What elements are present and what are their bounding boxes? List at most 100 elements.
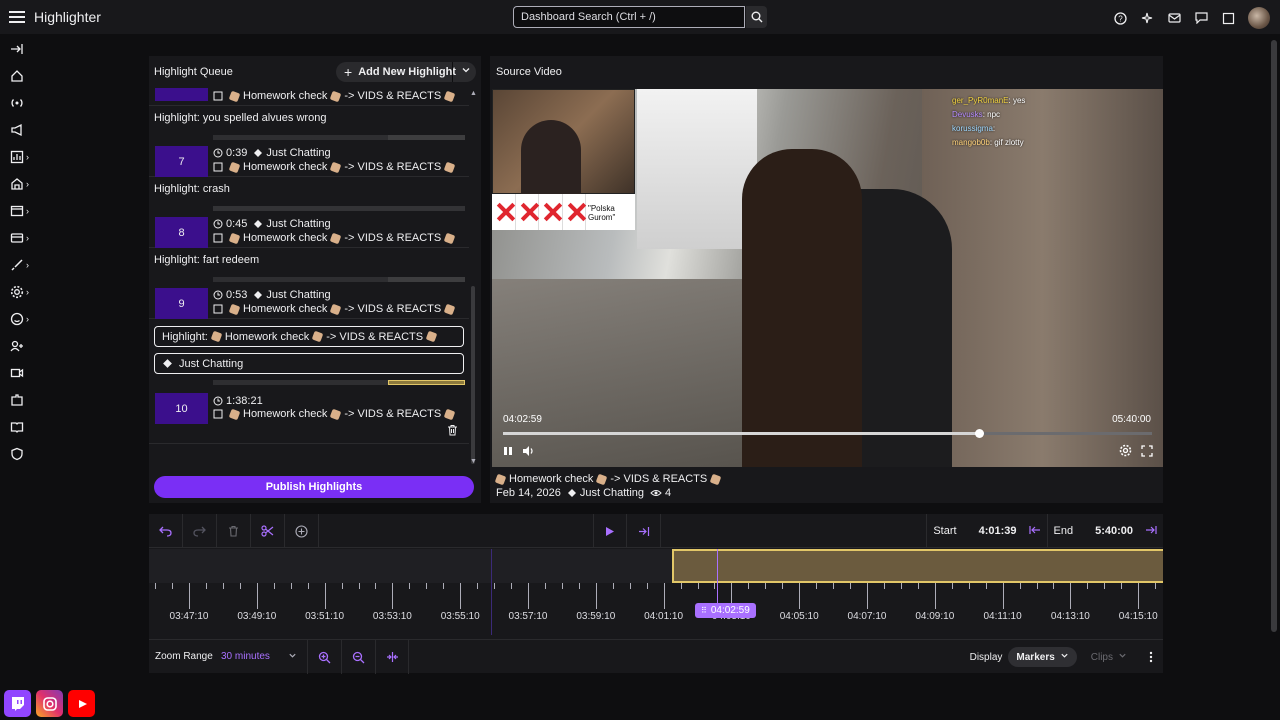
monetization-icon[interactable]: › xyxy=(10,228,34,248)
chat-message: yes xyxy=(1012,96,1026,105)
list-item[interactable]: Highlight: fart redeem 9 0:53 Just Chatt… xyxy=(149,248,469,319)
highlight-title: Highlight: fart redeem xyxy=(154,254,260,266)
pause-icon[interactable] xyxy=(502,445,514,460)
chat-message: npc xyxy=(987,110,1001,119)
emoji-icon xyxy=(330,303,342,315)
volume-icon[interactable] xyxy=(522,445,535,460)
clip-range-bar[interactable] xyxy=(213,380,465,385)
inbox-icon[interactable] xyxy=(1165,9,1183,27)
play-icon[interactable] xyxy=(593,514,627,548)
list-item[interactable]: Highlight: crash 8 0:45 Just Chatting Ho… xyxy=(149,177,469,248)
youtube-icon xyxy=(68,690,95,717)
menu-icon[interactable] xyxy=(0,0,34,34)
editing-item[interactable]: Highlight: Homework check -> VIDS & REAC… xyxy=(149,319,469,444)
list-item[interactable]: Homework check -> VIDS & REACTS xyxy=(149,88,469,106)
tick-major xyxy=(460,583,462,609)
tick-minor xyxy=(494,583,496,589)
add-new-highlight-button[interactable]: + Add New Highlight xyxy=(336,62,476,82)
analytics-icon[interactable]: › xyxy=(10,147,34,167)
clips-toggle[interactable]: Clips xyxy=(1083,647,1135,667)
zoom-out-icon[interactable] xyxy=(341,640,375,674)
tick-minor xyxy=(290,583,292,589)
stream-icon[interactable] xyxy=(10,93,34,113)
title-prefix: Highlight: xyxy=(162,330,208,343)
book-icon[interactable] xyxy=(10,417,34,437)
fullscreen-icon[interactable] xyxy=(1141,444,1153,460)
playhead[interactable] xyxy=(717,549,718,607)
scroll-thumb[interactable] xyxy=(471,286,475,464)
settings-icon[interactable]: › xyxy=(10,282,34,302)
home-icon[interactable] xyxy=(10,66,34,86)
tick-major xyxy=(663,583,665,609)
video-progress-knob[interactable] xyxy=(974,429,984,438)
tick-minor xyxy=(578,583,580,589)
timeline-ruler[interactable]: 03:47:10 03:49:10 03:51:10 03:53:10 03:55:10… xyxy=(149,583,1163,635)
brush-icon[interactable]: › xyxy=(10,255,34,275)
undo-icon[interactable] xyxy=(149,514,183,548)
add-new-highlight-label: Add New Highlight xyxy=(358,66,456,78)
sparkle-icon[interactable] xyxy=(1138,9,1156,27)
source-meta: Feb 14, 2026 Just Chatting 4 xyxy=(496,487,671,499)
redo-icon[interactable] xyxy=(183,514,217,548)
list-item[interactable]: Highlight: you spelled alvues wrong 7 0:… xyxy=(149,106,469,177)
scroll-down-icon[interactable]: ▼ xyxy=(470,458,477,465)
trash-icon[interactable] xyxy=(447,424,458,439)
tick-major xyxy=(324,583,326,609)
add-marker-icon[interactable] xyxy=(285,514,319,548)
zoom-in-icon[interactable] xyxy=(307,640,341,674)
scroll-up-icon[interactable]: ▲ xyxy=(470,90,477,97)
stream-info: Homework check -> VIDS & REACTS xyxy=(213,408,458,420)
set-end-icon[interactable] xyxy=(1145,525,1157,538)
tick-label: 04:05:10 xyxy=(779,611,819,622)
publish-highlights-button[interactable]: Publish Highlights xyxy=(154,476,474,498)
playhead-label[interactable]: ⠿ 04:02:59 xyxy=(695,603,756,618)
game-controller-icon xyxy=(253,148,263,158)
search-button[interactable] xyxy=(746,6,767,28)
extensions-icon[interactable] xyxy=(10,390,34,410)
emoji-icon xyxy=(228,90,241,102)
markers-toggle[interactable]: Markers xyxy=(1008,647,1077,667)
video-player[interactable]: "Polska Gurom" ger_PyR0manE: yes Devusks… xyxy=(492,89,1163,467)
start-field[interactable]: Start 4:01:39 xyxy=(926,514,1046,548)
community-icon[interactable]: › xyxy=(10,174,34,194)
megaphone-icon[interactable] xyxy=(10,120,34,140)
page-scrollbar[interactable] xyxy=(1271,40,1277,632)
highlight-category: Just Chatting xyxy=(266,147,331,159)
set-start-icon[interactable] xyxy=(1028,525,1041,538)
shield-icon[interactable] xyxy=(10,444,34,464)
category-select[interactable]: Just Chatting xyxy=(154,353,464,374)
highlight-thumbnail xyxy=(155,88,208,101)
fit-to-view-icon[interactable] xyxy=(375,640,409,674)
scissors-icon[interactable] xyxy=(251,514,285,548)
zoom-range-select[interactable]: 30 minutes xyxy=(221,651,297,662)
settings-gear-icon[interactable] xyxy=(1119,444,1132,460)
notifications-icon[interactable] xyxy=(1219,9,1237,27)
skip-to-end-icon[interactable] xyxy=(627,514,661,548)
user-add-icon[interactable] xyxy=(10,336,34,356)
chevron-down-icon[interactable] xyxy=(461,65,471,78)
help-icon[interactable]: ? xyxy=(1111,9,1129,27)
markers-label: Markers xyxy=(1016,651,1055,663)
end-field[interactable]: End 5:40:00 xyxy=(1046,514,1164,548)
search-input[interactable] xyxy=(513,6,745,28)
video-progress-bar[interactable] xyxy=(503,429,1152,438)
more-options-icon[interactable] xyxy=(1139,640,1163,674)
avatar[interactable] xyxy=(1248,7,1270,29)
highlight-title-input[interactable]: Highlight: Homework check -> VIDS & REAC… xyxy=(154,326,464,347)
collapse-nav-icon[interactable] xyxy=(10,39,34,59)
queue-scrollbar[interactable]: ▲ ▼ xyxy=(470,90,477,466)
content-icon[interactable]: › xyxy=(10,201,34,221)
chat-message: gif zlotty xyxy=(994,138,1024,147)
tick-minor xyxy=(1155,583,1157,589)
emote-icon[interactable]: › xyxy=(10,309,34,329)
emoji-icon xyxy=(330,408,342,420)
video-icon[interactable] xyxy=(10,363,34,383)
view-count: 4 xyxy=(665,487,672,499)
whisper-icon[interactable] xyxy=(1192,9,1210,27)
delete-icon[interactable] xyxy=(217,514,251,548)
timeline-selection[interactable] xyxy=(672,549,1163,583)
search-icon xyxy=(751,11,762,23)
tick-label: 03:53:10 xyxy=(372,611,412,622)
tick-minor xyxy=(155,583,157,589)
chat-user: ger_PyR0manE xyxy=(952,96,1009,105)
